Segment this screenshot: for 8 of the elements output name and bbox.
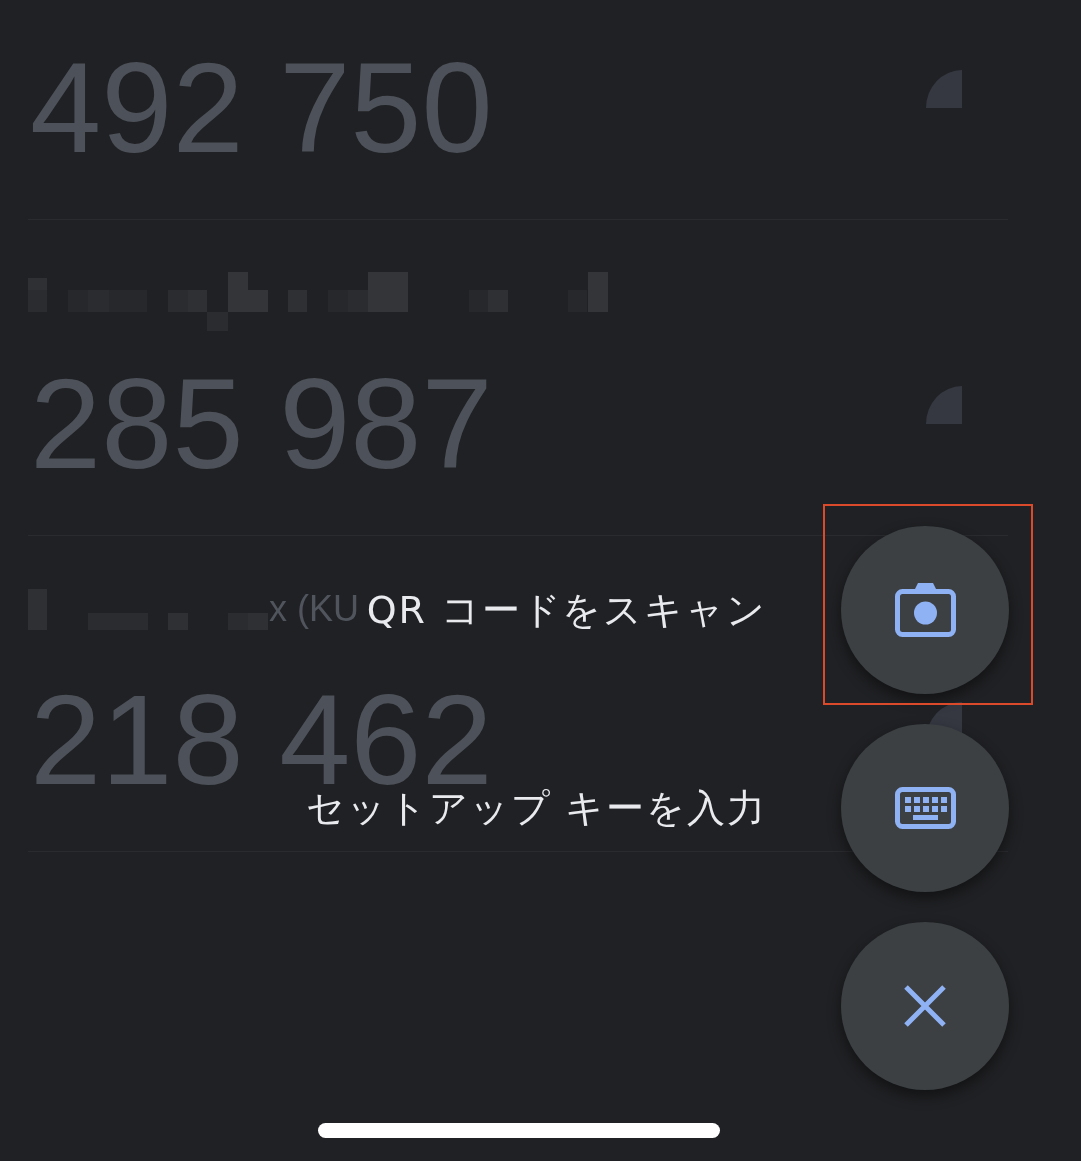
- account-name: x (KU: [269, 588, 359, 630]
- keyboard-icon: [894, 787, 956, 829]
- action-label: セットアップ キーを入力: [306, 788, 767, 828]
- close-icon: [904, 985, 946, 1027]
- countdown-timer-icon: [926, 70, 962, 108]
- camera-icon: [894, 583, 956, 637]
- countdown-timer-icon: [926, 386, 962, 424]
- action-label: QR コードをスキャン: [366, 590, 767, 630]
